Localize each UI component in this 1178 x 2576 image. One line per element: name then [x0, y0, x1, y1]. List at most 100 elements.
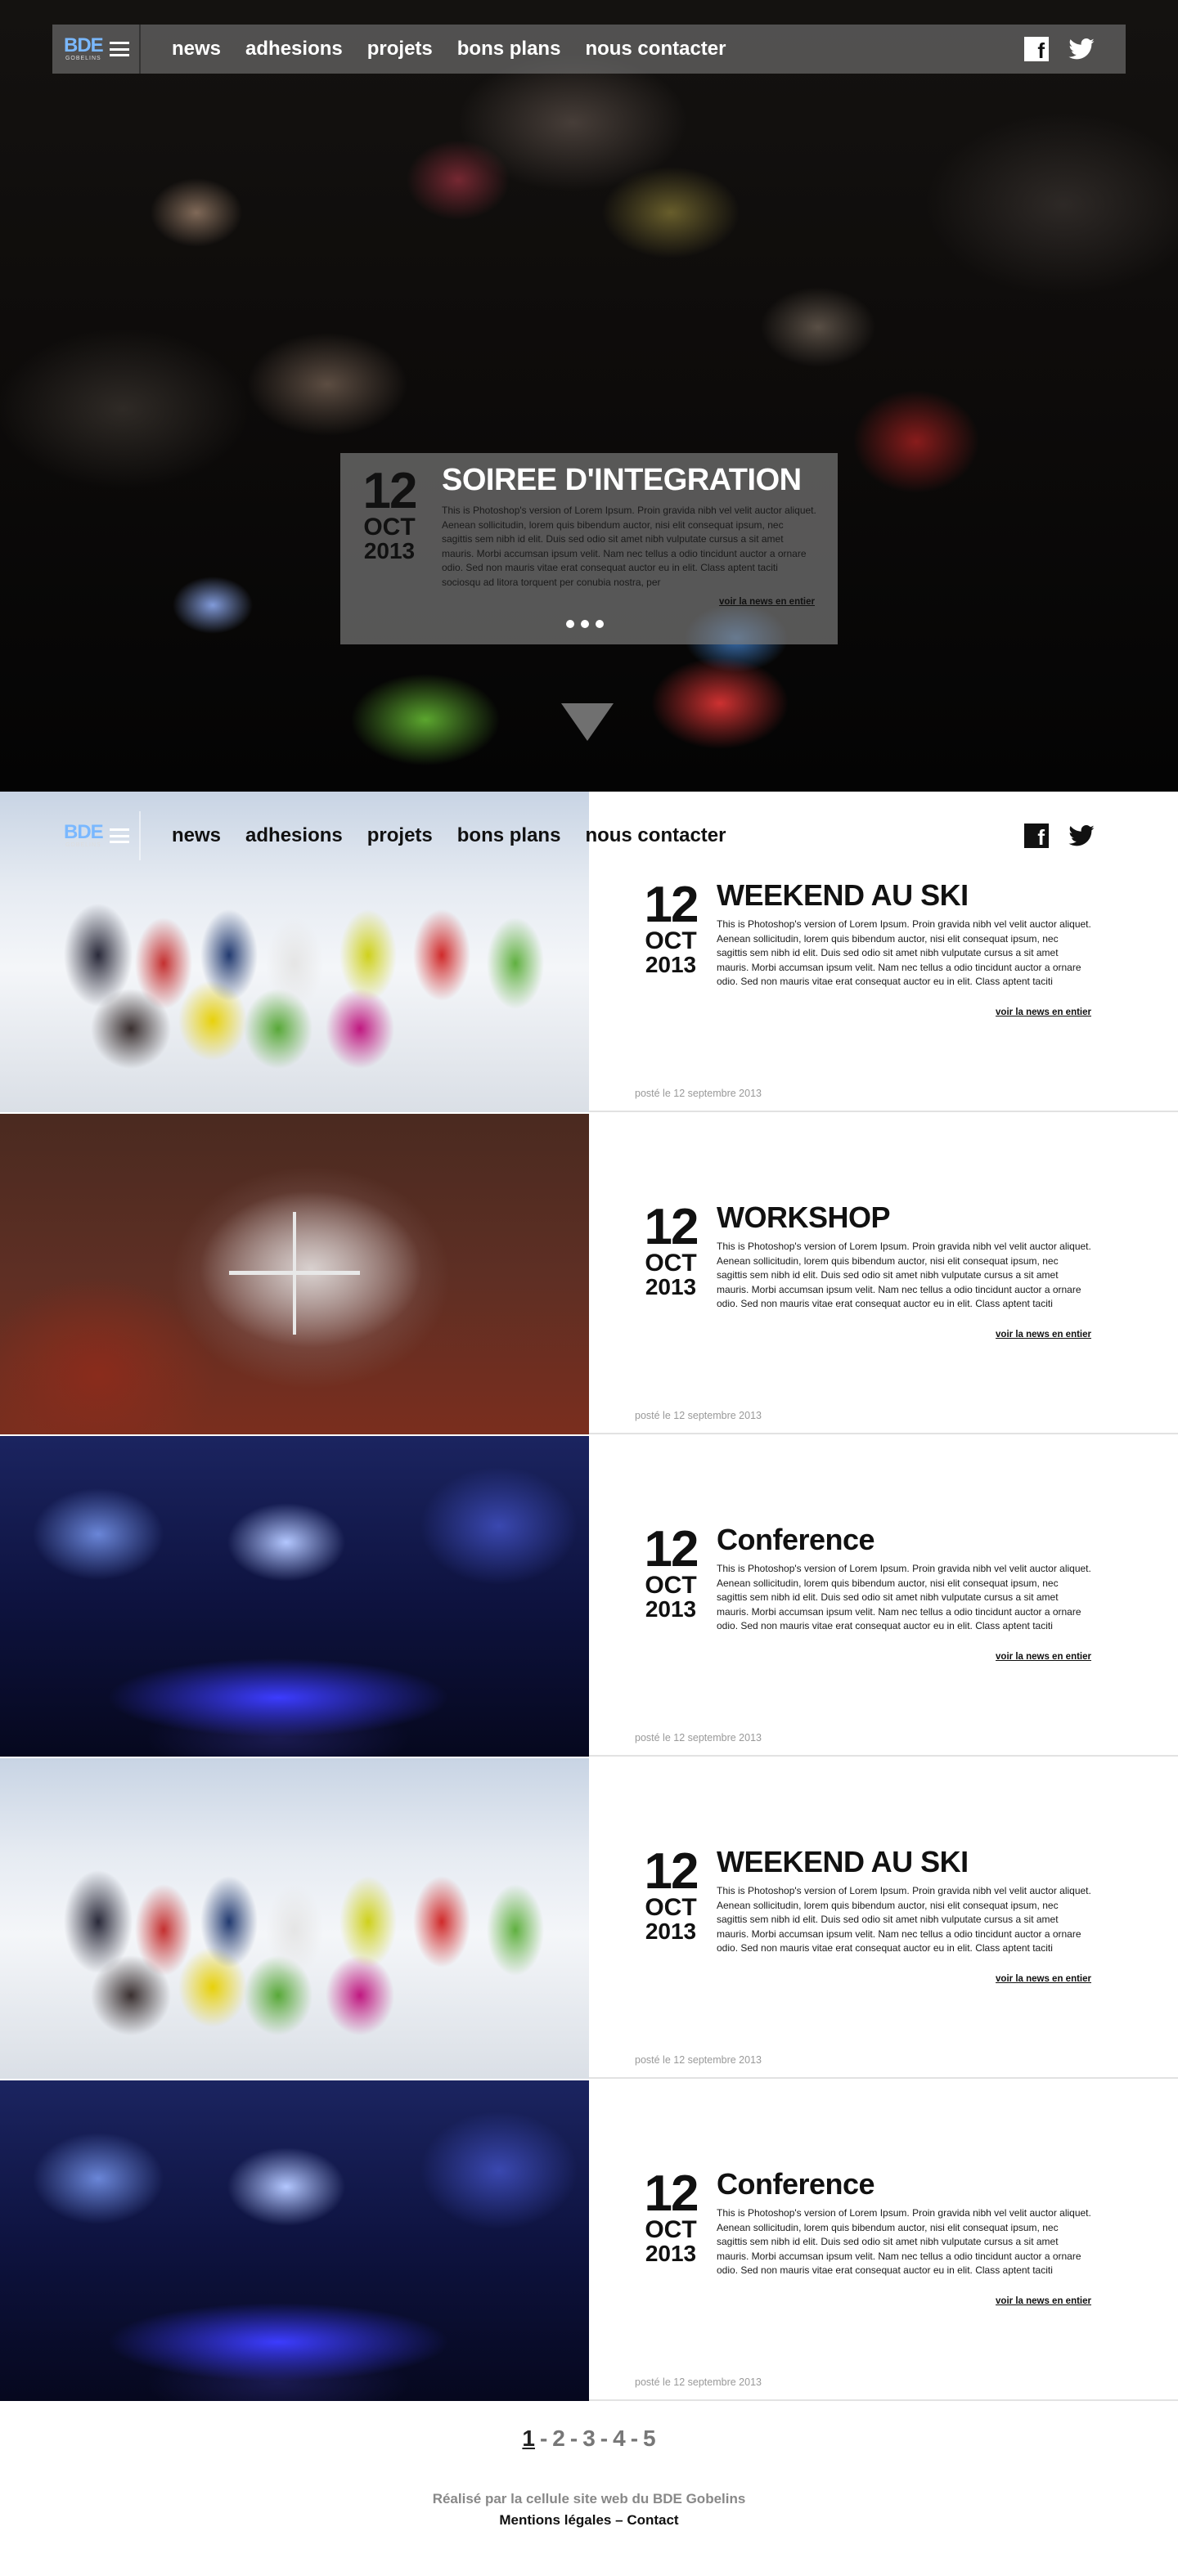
page-link-1[interactable]: 1	[522, 2426, 535, 2452]
scroll-down-icon[interactable]	[561, 703, 614, 741]
news-image[interactable]	[0, 1758, 589, 2079]
hero-news-card: 12 OCT 2013 SOIREE D'INTEGRATION This is…	[340, 453, 838, 644]
nav-item-projets[interactable]: projets	[367, 824, 433, 847]
pagination: 1 - 2 - 3 - 4 - 5	[0, 2426, 1178, 2452]
menu-icon[interactable]	[109, 42, 129, 56]
facebook-icon[interactable]: f	[1024, 824, 1049, 848]
page-link-2[interactable]: 2	[552, 2426, 565, 2452]
news-image[interactable]	[0, 1114, 589, 1434]
date-day: 12	[644, 877, 699, 933]
slider-dot[interactable]	[581, 620, 589, 628]
social-links: f	[1024, 37, 1126, 61]
footer-credit: Réalisé par la cellule site web du BDE G…	[432, 2491, 746, 2506]
news-item: 12 OCT 2013 WORKSHOP This is Photoshop's…	[0, 1114, 1178, 1434]
date-year: 2013	[645, 1274, 697, 1299]
page-link-3[interactable]: 3	[582, 2426, 596, 2452]
page-separator: -	[539, 2426, 548, 2451]
nav-item-bons-plans[interactable]: bons plans	[457, 38, 561, 61]
date-year: 2013	[645, 2241, 697, 2266]
nav-item-adhesions[interactable]: adhesions	[245, 38, 343, 61]
date-day: 12	[644, 2165, 699, 2222]
read-more-link[interactable]: voir la news en entier	[996, 2296, 1091, 2306]
nav-item-adhesions[interactable]: adhesions	[245, 824, 343, 847]
nav-links: news adhesions projets bons plans nous c…	[172, 38, 726, 61]
legal-link[interactable]: Mentions légales	[499, 2512, 611, 2528]
menu-icon[interactable]	[109, 828, 129, 843]
news-item: 12 OCT 2013 WEEKEND AU SKI This is Photo…	[0, 1758, 1178, 2079]
read-more-link[interactable]: voir la news en entier	[996, 1652, 1091, 1662]
contact-link[interactable]: Contact	[627, 2512, 678, 2528]
footer: Réalisé par la cellule site web du BDE G…	[0, 2491, 1178, 2529]
nav-item-news[interactable]: news	[172, 824, 221, 847]
news-text: This is Photoshop's version of Lorem Ips…	[717, 918, 1091, 987]
nav-item-contact[interactable]: nous contacter	[585, 38, 726, 61]
date-year: 2013	[645, 952, 697, 977]
read-more-link[interactable]: voir la news en entier	[719, 597, 815, 607]
page-link-4[interactable]: 4	[613, 2426, 626, 2452]
news-title[interactable]: WEEKEND AU SKI	[717, 1845, 969, 1879]
posted-date: posté le 12 septembre 2013	[635, 2054, 762, 2066]
news-title[interactable]: WORKSHOP	[717, 1200, 891, 1235]
footer-links: Mentions légales – Contact	[0, 2512, 1178, 2529]
slider-dot[interactable]	[566, 620, 574, 628]
slider-dots	[566, 620, 604, 628]
logo-mark: BDE	[64, 821, 104, 843]
news-content: 12 OCT 2013 WORKSHOP This is Photoshop's…	[635, 1114, 1142, 1434]
page-separator: -	[630, 2426, 639, 2451]
news-image[interactable]	[0, 2080, 589, 2401]
news-content: 12 OCT 2013 WEEKEND AU SKI This is Photo…	[635, 1758, 1142, 2079]
date-year: 2013	[645, 1919, 697, 1944]
slider-dot[interactable]	[596, 620, 604, 628]
news-text: This is Photoshop's version of Lorem Ips…	[717, 1563, 1091, 1631]
hero-date: 12 OCT 2013	[353, 463, 425, 563]
news-item: 12 OCT 2013 Conference This is Photoshop…	[0, 2080, 1178, 2401]
logo-sub: GOBELINS	[65, 842, 101, 848]
hero-title: SOIREE D'INTEGRATION	[442, 463, 802, 497]
logo[interactable]: BDE GOBELINS	[52, 25, 141, 74]
page-separator: -	[569, 2426, 578, 2451]
date-year: 2013	[645, 1596, 697, 1622]
read-more-link[interactable]: voir la news en entier	[996, 1008, 1091, 1017]
news-date: 12 OCT 2013	[635, 1843, 707, 1944]
news-item: 12 OCT 2013 Conference This is Photoshop…	[0, 1436, 1178, 1757]
date-day: 12	[644, 1843, 699, 1900]
read-more-link[interactable]: voir la news en entier	[996, 1974, 1091, 1984]
date-day: 12	[362, 463, 418, 519]
twitter-icon[interactable]	[1068, 38, 1095, 60]
news-title[interactable]: WEEKEND AU SKI	[717, 878, 969, 913]
news-date: 12 OCT 2013	[635, 2165, 707, 2266]
news-image[interactable]	[0, 1436, 589, 1757]
sticky-navbar: BDE GOBELINS news adhesions projets bons…	[52, 811, 1126, 860]
nav-item-contact[interactable]: nous contacter	[585, 824, 726, 847]
bde-logo[interactable]: BDE GOBELINS	[64, 36, 104, 62]
posted-date: posté le 12 septembre 2013	[635, 1088, 762, 1099]
hero-text: This is Photoshop's version of Lorem Ips…	[442, 505, 816, 588]
posted-date: posté le 12 septembre 2013	[635, 1410, 762, 1421]
news-title[interactable]: Conference	[717, 1523, 875, 1557]
page-link-5[interactable]: 5	[643, 2426, 656, 2452]
bde-logo[interactable]: BDE GOBELINS	[64, 821, 104, 849]
nav-item-news[interactable]: news	[172, 38, 221, 61]
date-year: 2013	[363, 538, 416, 563]
image-detail	[229, 1212, 360, 1335]
date-month: OCT	[645, 1894, 697, 1921]
facebook-icon[interactable]: f	[1024, 37, 1049, 61]
twitter-icon[interactable]	[1068, 825, 1095, 846]
nav-item-bons-plans[interactable]: bons plans	[457, 824, 561, 847]
news-date: 12 OCT 2013	[635, 1199, 707, 1299]
nav-links: news adhesions projets bons plans nous c…	[172, 824, 726, 847]
social-links: f	[1024, 824, 1126, 848]
news-text: This is Photoshop's version of Lorem Ips…	[717, 1241, 1091, 1309]
news-date: 12 OCT 2013	[635, 1521, 707, 1622]
date-month: OCT	[363, 514, 416, 541]
news-content: 12 OCT 2013 Conference This is Photoshop…	[635, 2080, 1142, 2401]
date-day: 12	[644, 1521, 699, 1577]
news-text: This is Photoshop's version of Lorem Ips…	[717, 2207, 1091, 2276]
date-day: 12	[644, 1199, 699, 1255]
nav-item-projets[interactable]: projets	[367, 38, 433, 61]
read-more-link[interactable]: voir la news en entier	[996, 1330, 1091, 1340]
news-title[interactable]: Conference	[717, 2167, 875, 2201]
date-month: OCT	[645, 1572, 697, 1599]
date-month: OCT	[645, 2216, 697, 2243]
logo[interactable]: BDE GOBELINS	[52, 811, 141, 860]
